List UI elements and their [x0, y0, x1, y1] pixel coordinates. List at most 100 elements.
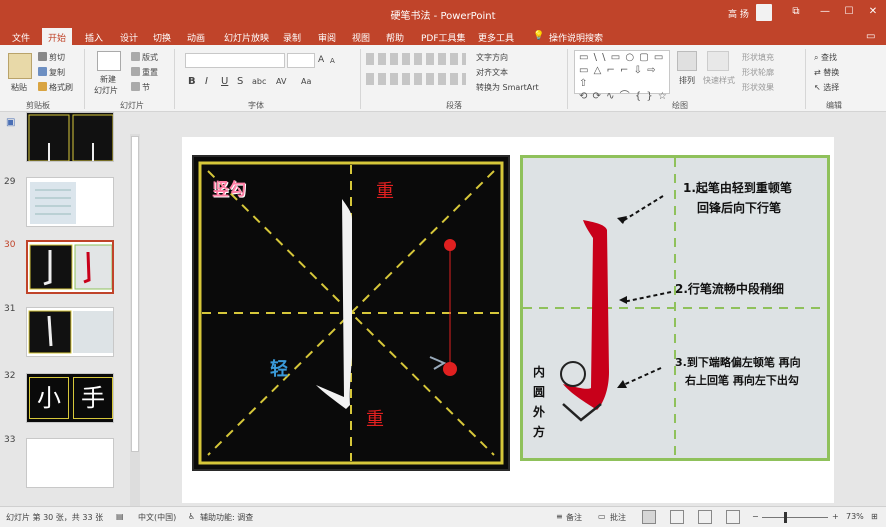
paste-button[interactable]: 粘贴: [11, 82, 27, 93]
shape-effects-button[interactable]: 形状效果: [742, 82, 774, 93]
tab-more-tools[interactable]: 更多工具: [478, 31, 514, 44]
bold-button[interactable]: B: [188, 76, 196, 87]
blackboard-image[interactable]: 竖勾 重 轻 重: [192, 155, 510, 471]
zoom-slider[interactable]: [762, 517, 828, 518]
language-indicator[interactable]: 中文(中国): [138, 512, 176, 523]
accessibility-icon[interactable]: ♿: [188, 512, 195, 521]
slide-sorter-button[interactable]: [670, 510, 684, 524]
save-icon[interactable]: ▣: [6, 117, 15, 128]
font-size-box[interactable]: [287, 53, 315, 68]
strike-button[interactable]: S: [237, 76, 243, 87]
slide-thumbnail-30[interactable]: [26, 240, 114, 294]
step-1-line-2: 回锋后向下行笔: [697, 201, 782, 215]
align-buttons[interactable]: [366, 73, 466, 85]
thumbnail-scrollbar[interactable]: [130, 134, 140, 506]
zoom-in-button[interactable]: +: [832, 512, 839, 521]
list-buttons[interactable]: [366, 53, 466, 65]
tab-animations[interactable]: 动画: [187, 31, 205, 44]
close-button[interactable]: ✕: [866, 6, 880, 17]
tab-slideshow[interactable]: 幻灯片放映: [224, 31, 269, 44]
smartart-button[interactable]: 转换为 SmartArt: [476, 82, 539, 93]
thumb-char: 手: [73, 377, 113, 419]
font-shrink-button[interactable]: A: [330, 57, 335, 65]
zoom-slider-handle[interactable]: [784, 512, 788, 523]
section-button[interactable]: 节: [131, 82, 150, 93]
maximize-button[interactable]: ☐: [842, 6, 856, 17]
change-case-button[interactable]: Aa: [301, 77, 311, 86]
quick-styles-icon[interactable]: [707, 51, 729, 71]
arrange-button[interactable]: 排列: [679, 75, 695, 86]
shape-outline-button[interactable]: 形状轮廓: [742, 67, 774, 78]
slideshow-button[interactable]: [726, 510, 740, 524]
text-direction-button[interactable]: 文字方向: [476, 52, 508, 63]
divider: [84, 49, 85, 109]
paste-icon[interactable]: [8, 53, 32, 79]
avatar[interactable]: [756, 4, 772, 21]
notes-button[interactable]: 备注: [566, 512, 582, 523]
font-name-box[interactable]: [185, 53, 285, 68]
user-name[interactable]: 高 扬: [728, 7, 749, 20]
font-grow-button[interactable]: A: [318, 55, 324, 65]
comments-button[interactable]: 批注: [610, 512, 626, 523]
tab-pdf-tools[interactable]: PDF工具集: [421, 31, 466, 44]
shadow-button[interactable]: abc: [252, 77, 266, 86]
quick-styles-button[interactable]: 快速样式: [703, 75, 735, 86]
italic-button[interactable]: I: [205, 76, 208, 87]
reading-view-button[interactable]: [698, 510, 712, 524]
comment-icon[interactable]: ▭: [866, 31, 875, 42]
new-slide-label[interactable]: 新建: [100, 74, 116, 85]
comments-icon[interactable]: ▭: [598, 512, 606, 521]
slide-thumbnail-32[interactable]: 小 手: [26, 373, 114, 423]
slide-thumbnail-29[interactable]: [26, 177, 114, 227]
slide-thumbnail-28[interactable]: [26, 112, 114, 162]
blackboard-grid: [198, 161, 504, 465]
ribbon-display-icon[interactable]: ⧉: [789, 6, 803, 17]
slide[interactable]: 竖勾 重 轻 重 1.起笔由轻到重顿笔 回锋后向下行笔 2.行笔流畅中段稍细 3…: [182, 137, 834, 503]
layout-button[interactable]: 版式: [131, 52, 158, 63]
replace-button[interactable]: ⇄ 替换: [814, 67, 839, 78]
underline-button[interactable]: U: [221, 76, 228, 87]
tab-design[interactable]: 设计: [120, 31, 138, 44]
layout-icon: [131, 52, 140, 61]
tab-insert[interactable]: 插入: [85, 31, 103, 44]
accessibility-status[interactable]: 辅助功能: 调查: [200, 512, 253, 523]
spacing-button[interactable]: AV: [276, 77, 286, 86]
annotated-stroke-image[interactable]: 1.起笔由轻到重顿笔 回锋后向下行笔 2.行笔流畅中段稍细 3.到下端略偏左顿笔…: [520, 155, 830, 461]
tab-file[interactable]: 文件: [12, 31, 30, 44]
tab-help[interactable]: 帮助: [386, 31, 404, 44]
shape-fill-button[interactable]: 形状填充: [742, 52, 774, 63]
copy-label: 复制: [49, 68, 65, 77]
side-label: 圆: [533, 385, 546, 399]
zoom-out-button[interactable]: −: [752, 512, 759, 521]
format-painter-button[interactable]: 格式刷: [38, 82, 73, 93]
tab-home[interactable]: 开始: [42, 28, 73, 45]
normal-view-button[interactable]: [642, 510, 656, 524]
align-text-button[interactable]: 对齐文本: [476, 67, 508, 78]
slide-thumbnail-33[interactable]: [26, 438, 114, 488]
cut-button[interactable]: 剪切: [38, 52, 65, 63]
tell-me-search[interactable]: 操作说明搜索: [549, 31, 603, 44]
new-slide-label-2[interactable]: 幻灯片: [94, 85, 118, 96]
shapes-gallery[interactable]: ▭ \ \ ▭ ○ ▢ ▭ ▭ △ ⌐ ⌐ ⇩ ⇨ ⇧ ⟲ ⟳ ∿ ⌒ { } …: [574, 50, 670, 102]
find-button[interactable]: ⌕ 查找: [814, 52, 837, 63]
notes-icon[interactable]: ≡: [556, 512, 563, 521]
zoom-level[interactable]: 73%: [846, 512, 864, 521]
tab-transitions[interactable]: 切换: [153, 31, 171, 44]
tab-view[interactable]: 视图: [352, 31, 370, 44]
arrange-icon[interactable]: [677, 51, 697, 71]
spell-check-icon[interactable]: ▤: [116, 512, 124, 521]
slide-thumbnail-31[interactable]: [26, 307, 114, 357]
side-label: 方: [533, 425, 546, 439]
heavy-mark-bottom: 重: [366, 409, 384, 430]
minimize-button[interactable]: —: [818, 6, 832, 17]
reset-button[interactable]: 重置: [131, 67, 158, 78]
select-button[interactable]: ↖ 选择: [814, 82, 839, 93]
new-slide-icon[interactable]: [97, 51, 121, 71]
tab-review[interactable]: 审阅: [318, 31, 336, 44]
divider: [567, 49, 568, 109]
divider: [174, 49, 175, 109]
copy-button[interactable]: 复制: [38, 67, 65, 78]
fit-slide-icon[interactable]: ⊞: [871, 512, 878, 521]
scrollbar-thumb[interactable]: [131, 136, 139, 452]
tab-record[interactable]: 录制: [283, 31, 301, 44]
